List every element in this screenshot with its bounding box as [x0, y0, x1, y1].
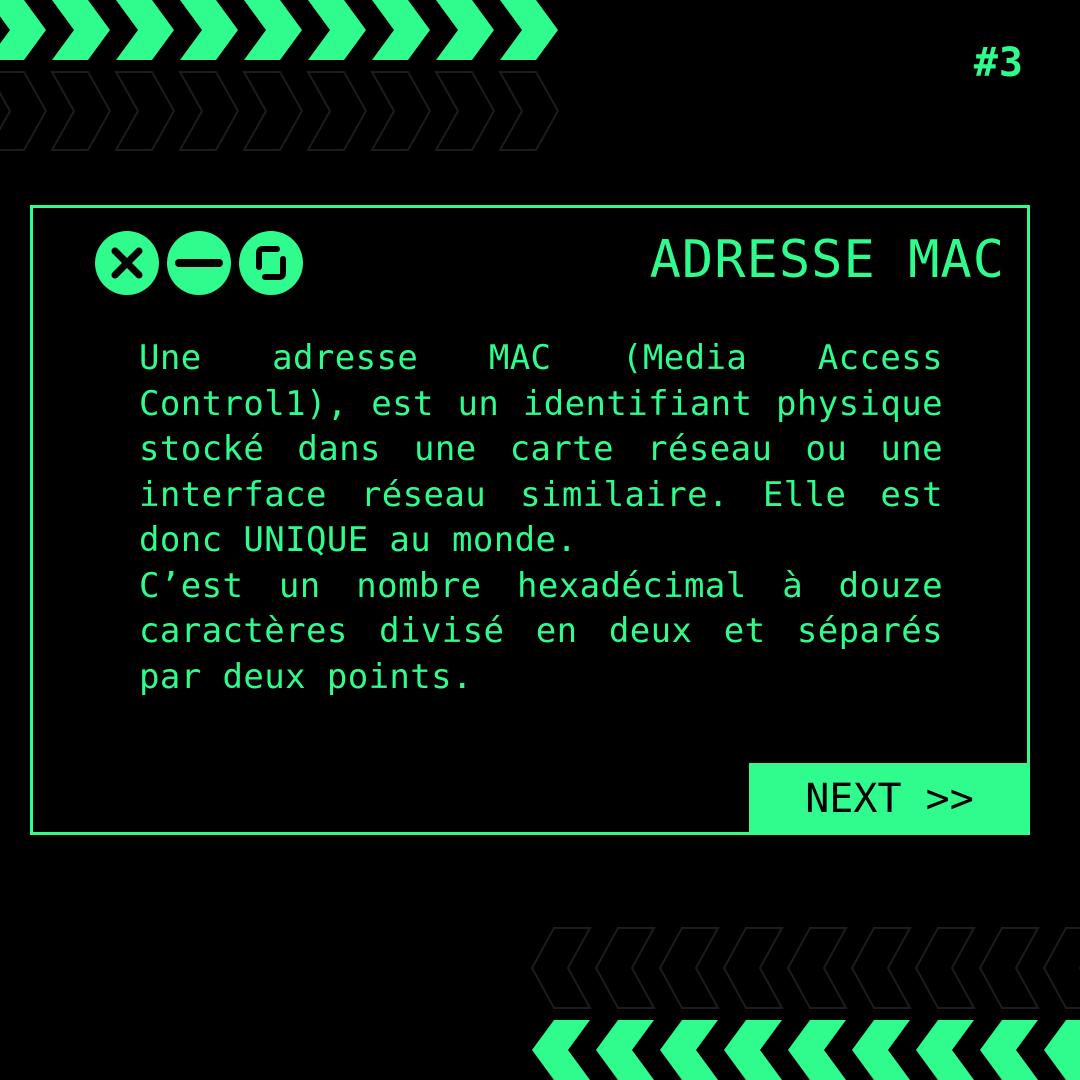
chevron-right-icon: [434, 71, 496, 151]
chevron-right-icon: [244, 0, 302, 60]
restore-icon[interactable]: [239, 231, 303, 295]
bottom-chevron-decoration: [530, 927, 1080, 1080]
chevron-left-icon: [786, 927, 848, 1009]
chevron-left-icon: [850, 927, 912, 1009]
info-window: ADRESSE MAC Une adresse MAC (Media Acces…: [30, 205, 1030, 835]
chevron-left-icon: [596, 1020, 654, 1080]
chevron-right-icon: [52, 0, 110, 60]
chevron-right-icon: [114, 71, 176, 151]
window-controls: [95, 231, 303, 295]
chevron-left-icon: [724, 1020, 782, 1080]
paragraph: C’est un nombre hexadécimal à douze cara…: [139, 565, 943, 697]
chevron-left-icon: [722, 927, 784, 1009]
chevron-left-icon: [658, 927, 720, 1009]
chevron-left-icon: [1044, 1020, 1080, 1080]
chevron-right-icon: [498, 71, 560, 151]
chevron-left-icon: [594, 927, 656, 1009]
minimize-icon[interactable]: [167, 231, 231, 295]
chevron-right-icon: [306, 71, 368, 151]
chevron-right-icon: [242, 71, 304, 151]
chevron-right-icon: [0, 0, 46, 60]
window-title: ADRESSE MAC: [649, 230, 1005, 290]
chevron-right-icon: [370, 71, 432, 151]
chevron-right-icon: [50, 71, 112, 151]
top-chevron-decoration: [0, 0, 560, 151]
chevron-right-icon: [178, 71, 240, 151]
chevron-right-icon: [500, 0, 558, 60]
chevron-left-icon: [530, 927, 592, 1009]
chevron-right-icon: [180, 0, 238, 60]
chevron-left-icon: [1042, 927, 1080, 1009]
next-button[interactable]: NEXT >>: [749, 763, 1030, 835]
slide-number: #3: [973, 40, 1024, 86]
chevron-right-icon: [372, 0, 430, 60]
chevron-left-icon: [660, 1020, 718, 1080]
paragraph: Une adresse MAC (Media Access Control1),…: [139, 338, 943, 560]
chevron-left-icon: [916, 1020, 974, 1080]
close-icon[interactable]: [95, 231, 159, 295]
chevron-left-icon: [852, 1020, 910, 1080]
chevron-right-icon: [436, 0, 494, 60]
body-text: Une adresse MAC (Media Access Control1),…: [139, 336, 943, 700]
chevron-left-icon: [914, 927, 976, 1009]
chevron-right-icon: [308, 0, 366, 60]
chevron-left-icon: [980, 1020, 1038, 1080]
chevron-left-icon: [978, 927, 1040, 1009]
chevron-left-icon: [788, 1020, 846, 1080]
chevron-right-icon: [116, 0, 174, 60]
chevron-right-icon: [0, 71, 48, 151]
chevron-left-icon: [532, 1020, 590, 1080]
